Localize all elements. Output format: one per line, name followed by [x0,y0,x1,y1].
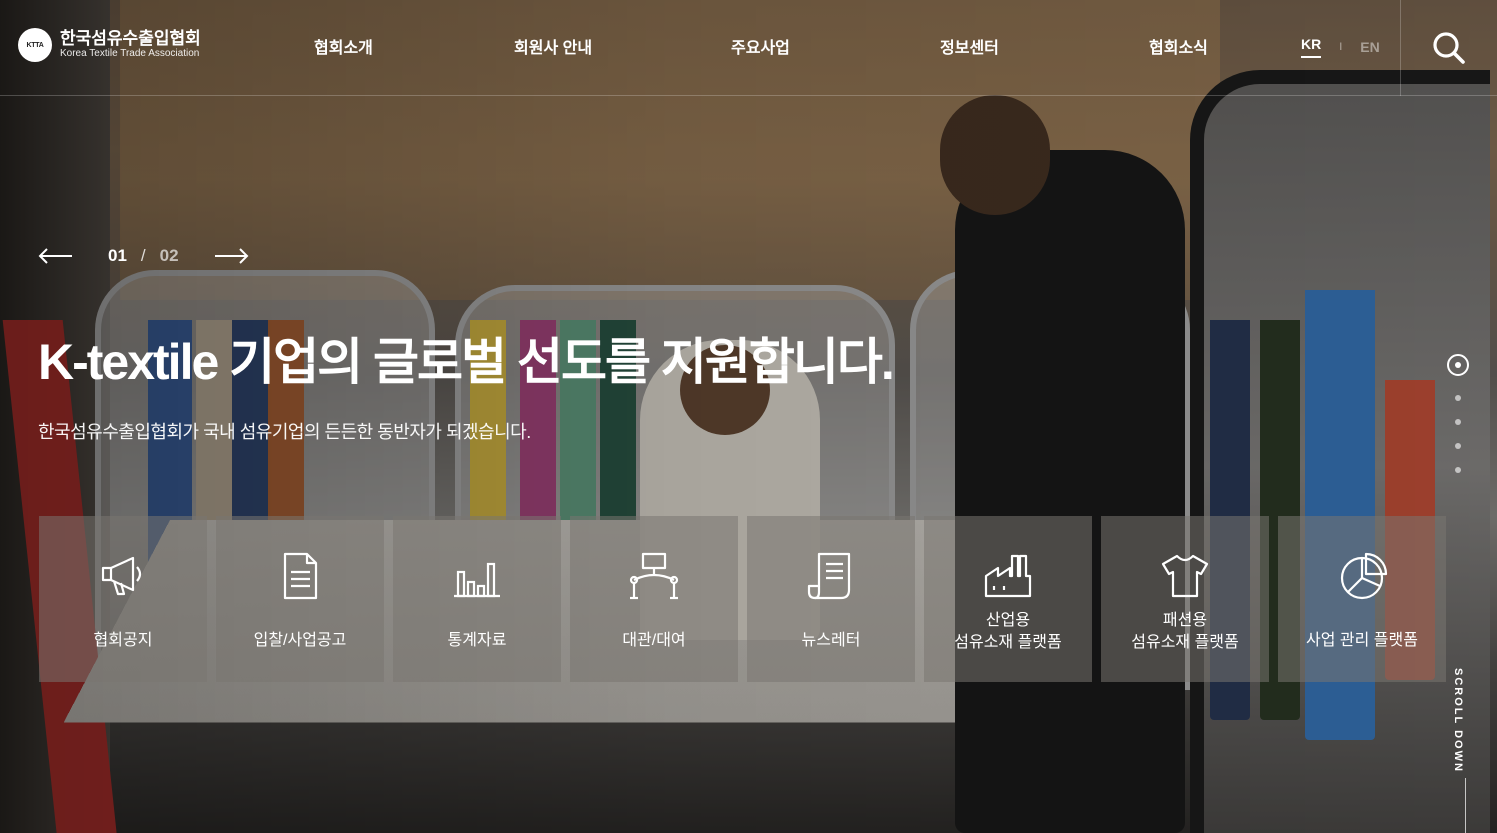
quick-menu-label: 대관/대여 [622,632,686,649]
document-icon [274,550,326,602]
section-pager-dot[interactable] [1455,419,1461,425]
quick-menu-label-line1: 산업용 [985,612,1031,629]
search-icon [1433,32,1465,64]
hero-subtitle: 한국섬유수출입협회가 국내 섬유기업의 든든한 동반자가 되겠습니다. [38,422,531,442]
slider-counter: 01 / 02 [108,246,179,266]
pie-chart-icon [1336,550,1388,602]
quick-menu-label: 패션용 섬유소재 플랫폼 [1131,610,1239,654]
section-pager-dot[interactable] [1455,443,1461,449]
quick-menu-business-platform[interactable]: 사업 관리 플랫폼 [1278,516,1446,682]
quick-menu-fashion-platform[interactable]: 패션용 섬유소재 플랫폼 [1101,516,1269,682]
scroll-down-line [1465,778,1466,833]
slider-next-button[interactable] [213,246,249,266]
hero-overlay [0,0,1497,833]
arrow-right-icon [214,248,248,264]
lang-en-link[interactable]: EN [1360,39,1379,55]
nav-item-about[interactable]: 협회소개 [314,34,373,58]
quick-menu-label-line2: 섬유소재 플랫폼 [1131,634,1239,651]
language-switcher: KR I EN [1301,36,1380,58]
lang-separator: I [1339,41,1343,53]
lang-kr-link[interactable]: KR [1301,36,1322,58]
section-pager [1446,354,1470,473]
quick-menu-newsletter[interactable]: 뉴스레터 [747,516,915,682]
section-pager-dot-inner [1455,362,1461,368]
slider-total: 02 [159,246,179,265]
search-button[interactable] [1400,0,1497,96]
section-pager-dot-active[interactable] [1447,354,1469,376]
scroll-down-label[interactable]: SCROLL DOWN [1452,668,1464,773]
quick-menu-label: 통계자료 [447,632,507,649]
hero-background [0,0,1497,833]
hero-title: K-textile 기업의 글로벌 선도를 지원합니다. [38,334,895,390]
quick-menu: 협회공지 입찰/사업공고 통계자료 대관/대여 뉴스레터 산업용 섬유소재 플랫… [39,516,1446,682]
site-header: KTTA 한국섬유수출입협회 Korea Textile Trade Assoc… [0,0,1497,96]
quick-menu-label: 입찰/사업공고 [253,632,347,649]
nav-item-news[interactable]: 협회소식 [1149,34,1208,58]
bar-chart-icon [451,550,503,602]
quick-menu-label: 뉴스레터 [801,632,861,649]
megaphone-icon [97,550,149,602]
quick-menu-label: 산업용 섬유소재 플랫폼 [954,610,1062,654]
hero-slider-controls: 01 / 02 [38,246,249,266]
quick-menu-notice[interactable]: 협회공지 [39,516,207,682]
quick-menu-industrial-platform[interactable]: 산업용 섬유소재 플랫폼 [924,516,1092,682]
factory-icon [982,550,1034,602]
nav-item-info-center[interactable]: 정보센터 [940,34,999,58]
slider-separator: / [140,246,146,265]
section-pager-dot[interactable] [1455,467,1461,473]
newsletter-icon [805,550,857,602]
quick-menu-label: 사업 관리 플랫폼 [1306,632,1418,649]
quick-menu-label-line2: 섬유소재 플랫폼 [954,634,1062,651]
quick-menu-statistics[interactable]: 통계자료 [393,516,561,682]
quick-menu-label-line1: 패션용 [1162,612,1208,629]
tshirt-icon [1159,550,1211,602]
quick-menu-label: 협회공지 [93,632,153,649]
podium-icon [628,550,680,602]
arrow-left-icon [38,248,72,264]
quick-menu-bid-notice[interactable]: 입찰/사업공고 [216,516,384,682]
nav-item-members[interactable]: 회원사 안내 [514,34,592,58]
nav-item-business[interactable]: 주요사업 [731,34,790,58]
quick-menu-rental[interactable]: 대관/대여 [570,516,738,682]
main-nav: 협회소개 회원사 안내 주요사업 정보센터 협회소식 [0,34,1497,58]
slider-current: 01 [108,246,127,265]
slider-prev-button[interactable] [38,246,74,266]
section-pager-dot[interactable] [1455,395,1461,401]
